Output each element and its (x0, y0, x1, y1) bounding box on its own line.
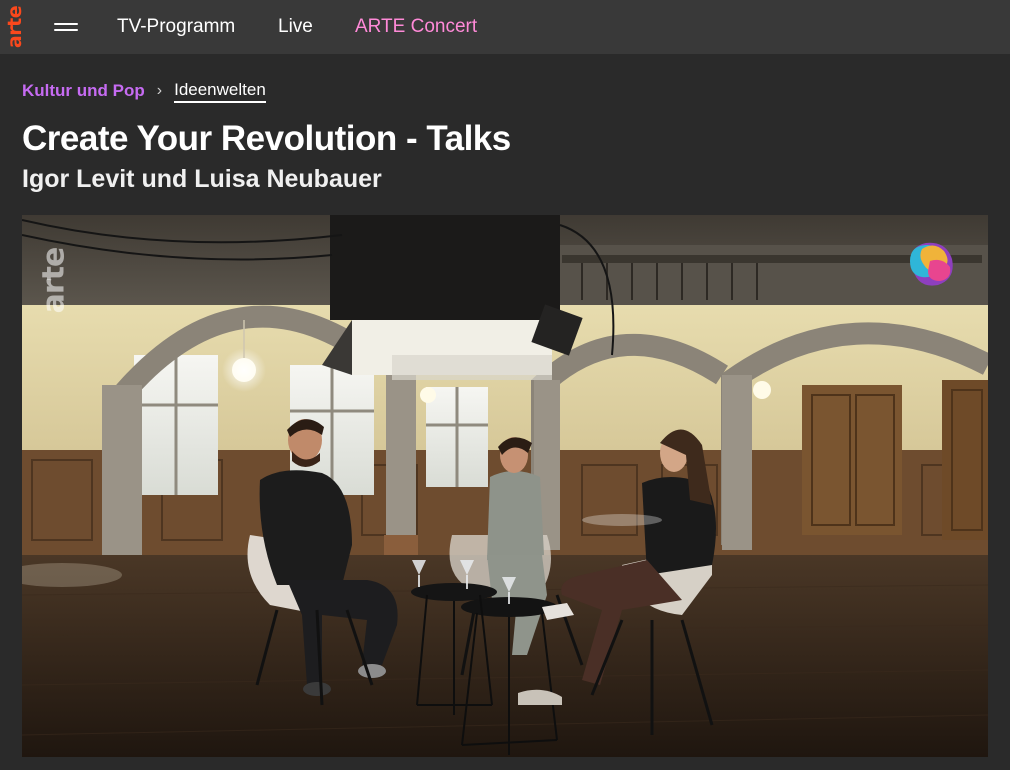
video-frame-image (22, 215, 988, 757)
page-title: Create Your Revolution - Talks (22, 119, 511, 158)
chevron-right-icon: › (156, 82, 163, 99)
page-subtitle: Igor Levit und Luisa Neubauer (22, 165, 382, 193)
breadcrumb-item-ideenwelten[interactable]: Ideenwelten (174, 80, 266, 103)
breadcrumb: Kultur und Pop › Ideenwelten (22, 79, 266, 103)
arte-logo[interactable]: arte (0, 0, 30, 54)
nav-link-tv-programm[interactable]: TV-Programm (117, 16, 235, 38)
top-navigation-bar: arte TV-Programm Live ARTE Concert (0, 0, 1010, 54)
arte-watermark: arte (36, 247, 72, 313)
arte-logo-text: arte (4, 5, 27, 49)
breadcrumb-item-kultur-und-pop[interactable]: Kultur und Pop (22, 81, 145, 101)
arte-concert-badge-icon (910, 242, 953, 286)
video-player[interactable]: arte (22, 215, 988, 757)
hamburger-menu-icon[interactable] (54, 21, 78, 33)
nav-link-arte-concert[interactable]: ARTE Concert (355, 16, 477, 38)
nav-link-live[interactable]: Live (278, 16, 313, 38)
